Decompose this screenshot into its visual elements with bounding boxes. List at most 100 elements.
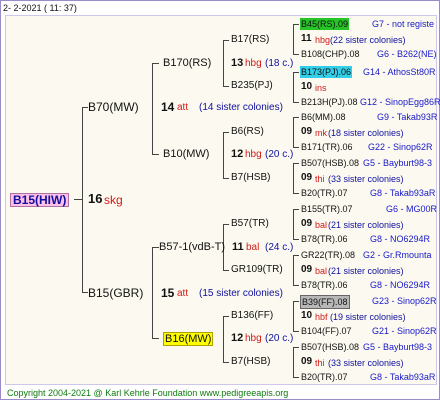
g4-mother-reference: G21 - Sinop62R xyxy=(372,326,437,336)
g4-suffix: ins xyxy=(315,83,327,93)
g4-suffix: hbf xyxy=(315,312,328,322)
g1-colonies: (15 sister colonies) xyxy=(199,288,283,299)
g1-colonies: (14 sister colonies) xyxy=(199,102,283,113)
g3-queen-code[interactable]: B7(HSB) xyxy=(231,356,270,368)
tree-line xyxy=(293,255,294,286)
g4-reference: G23 - Sinop62R xyxy=(372,296,437,306)
tree-line xyxy=(223,132,229,133)
tree-line xyxy=(293,193,299,194)
g4-queen-code[interactable]: B507(HSB).08 xyxy=(301,157,359,169)
tree-line xyxy=(152,63,153,155)
g2-number: 11 xyxy=(232,241,244,253)
tree-line xyxy=(293,54,299,55)
g2-queen-code[interactable]: B57-1(vdB-T) xyxy=(159,241,231,253)
tree-line xyxy=(223,362,229,363)
tree-line xyxy=(223,224,229,225)
tree-line xyxy=(293,163,299,164)
tree-line xyxy=(293,301,299,302)
g4-colonies: (22 sister colonies) xyxy=(330,35,406,45)
tree-line xyxy=(293,239,299,240)
g4-mother-reference: G8 - Takab93aR xyxy=(370,188,436,198)
root-queen-code[interactable]: B15(HIW) xyxy=(10,193,70,207)
g2-queen-code[interactable]: B16(MW) xyxy=(163,332,214,346)
g4-suffix: mk xyxy=(315,128,327,138)
g4-reference: G5 - Bayburt98-3 xyxy=(363,158,433,168)
g4-queen-code[interactable]: B155(TR).07 xyxy=(301,203,353,215)
g4-number: 09 xyxy=(301,172,313,183)
g3-queen-code[interactable]: B17(RS) xyxy=(231,34,269,46)
g4-number: 09 xyxy=(301,126,313,137)
tree-line xyxy=(293,347,299,348)
root-number: 16 xyxy=(88,191,103,206)
g1-queen-code[interactable]: B15(GBR) xyxy=(88,287,143,299)
tree-line xyxy=(293,117,294,148)
g4-mother-code[interactable]: B78(TR).06 xyxy=(301,279,348,291)
g1-number: 15 xyxy=(161,286,175,300)
tree-line xyxy=(293,209,294,240)
g4-mother-code[interactable]: B213H(PJ).08 xyxy=(301,96,358,108)
g4-reference: G7 - not registe xyxy=(372,19,435,29)
tree-line xyxy=(293,301,294,332)
g4-queen-code[interactable]: B39(FF).08 xyxy=(300,295,350,309)
g4-colonies: (33 sister colonies) xyxy=(328,358,404,368)
tree-line xyxy=(152,247,159,248)
g4-mother-reference: G12 - SinopEgg86R xyxy=(360,97,440,107)
g3-queen-code[interactable]: B6(RS) xyxy=(231,126,264,138)
tree-line xyxy=(223,40,229,41)
g4-queen-code[interactable]: B45(RS).09 xyxy=(300,18,350,30)
date-stamp: 2- 2-2021 ( 11: 37) xyxy=(3,3,77,13)
tree-line xyxy=(293,24,299,25)
tree-line xyxy=(293,147,299,148)
g2-queen-code[interactable]: B170(RS) xyxy=(163,57,211,69)
g4-number: 09 xyxy=(301,356,313,367)
g3-queen-code[interactable]: GR109(TR) xyxy=(231,264,283,276)
g4-reference: G5 - Bayburt98-3 xyxy=(363,342,433,352)
g4-number: 09 xyxy=(301,218,313,229)
pedigree-frame: 2- 2-2021 ( 11: 37) B15(HIW) 16 skg B70(… xyxy=(0,0,440,400)
tree-line xyxy=(293,255,299,256)
g4-mother-code[interactable]: B108(CHP).08 xyxy=(301,48,360,60)
g3-queen-code[interactable]: B136(FF) xyxy=(231,310,273,322)
g4-colonies: (21 sister colonies) xyxy=(328,266,404,276)
tree-line xyxy=(293,102,299,103)
g4-colonies: (33 sister colonies) xyxy=(328,174,404,184)
g4-suffix: bal xyxy=(315,266,328,276)
g4-number: 11 xyxy=(301,33,312,44)
tree-line xyxy=(293,72,299,73)
tree-line xyxy=(293,331,299,332)
g1-number: 14 xyxy=(161,100,175,114)
tree-line xyxy=(223,178,229,179)
tree-line xyxy=(293,72,294,103)
g4-mother-code[interactable]: B171(TR).06 xyxy=(301,141,353,153)
g4-queen-code[interactable]: B6(MM).08 xyxy=(301,111,346,123)
g4-suffix: bal xyxy=(315,220,328,230)
g3-queen-code[interactable]: B7(HSB) xyxy=(231,172,270,184)
g4-mother-code[interactable]: B20(TR).07 xyxy=(301,187,348,199)
tree-line xyxy=(152,63,159,64)
tree-line xyxy=(223,316,224,363)
g4-mother-code[interactable]: B78(TR).06 xyxy=(301,233,348,245)
g2-queen-code[interactable]: B10(MW) xyxy=(163,148,209,160)
g4-queen-code[interactable]: GR22(TR).08 xyxy=(301,249,355,261)
tree-line xyxy=(223,132,224,179)
g4-mother-code[interactable]: B20(TR).07 xyxy=(301,371,348,383)
g4-mother-reference: G8 - NO6294R xyxy=(370,234,431,244)
g2-number: 12 xyxy=(231,148,244,160)
g2-suffix: bal xyxy=(246,242,260,253)
tree-line xyxy=(293,117,299,118)
g4-queen-code[interactable]: B507(HSB).08 xyxy=(301,341,359,353)
g3-queen-code[interactable]: B235(PJ) xyxy=(231,80,273,92)
g4-queen-code[interactable]: B173(PJ).06 xyxy=(300,66,353,78)
g4-suffix: thi xyxy=(315,358,325,368)
g4-mother-reference: G8 - NO6294R xyxy=(370,280,431,290)
root-suffix: skg xyxy=(104,193,123,207)
tree-line xyxy=(152,247,153,339)
g4-mother-code[interactable]: B104(FF).07 xyxy=(301,325,352,337)
g2-suffix: hbg xyxy=(245,333,262,344)
g4-reference: G9 - Takab93R xyxy=(377,112,438,122)
g4-number: 09 xyxy=(301,264,313,275)
g3-queen-code[interactable]: B57(TR) xyxy=(231,218,269,230)
tree-line xyxy=(293,163,294,194)
g1-queen-code[interactable]: B70(MW) xyxy=(88,101,139,113)
tree-line xyxy=(293,377,299,378)
